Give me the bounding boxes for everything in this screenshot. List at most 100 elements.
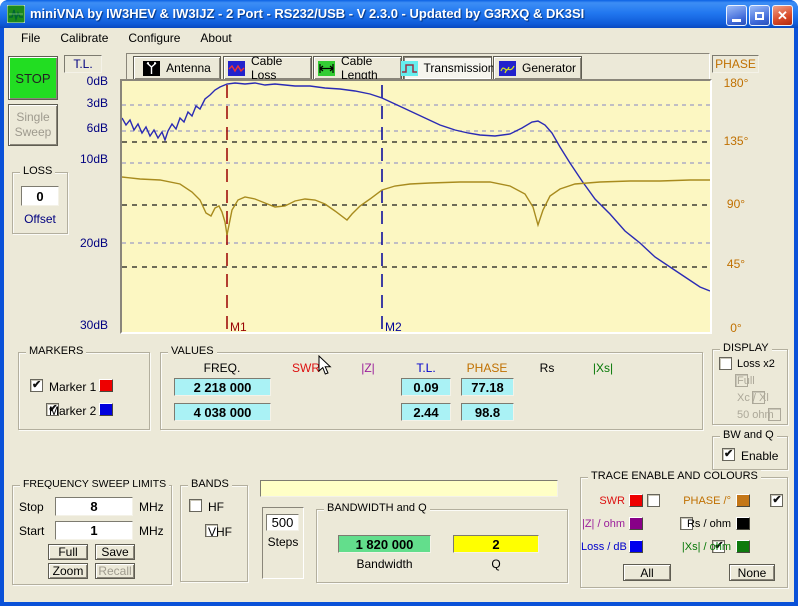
marker1-color-swatch[interactable] xyxy=(99,379,113,392)
loss-x2-label: Loss x2 xyxy=(737,358,775,370)
menu-about[interactable]: About xyxy=(192,29,239,47)
tl-tick-20db: 20dB xyxy=(62,236,108,250)
tl-tick-6db: 6dB xyxy=(62,121,108,135)
phase-tick-45: 45° xyxy=(714,257,758,271)
title-bar: miniVNA by IW3HEV & IW3IJZ - 2 Port - RS… xyxy=(0,0,798,28)
menu-file[interactable]: File xyxy=(13,29,48,47)
close-button[interactable]: ✕ xyxy=(772,5,793,26)
freq-value-m1: 2 218 000 xyxy=(174,378,271,396)
marker1-label: Marker 1 xyxy=(49,380,96,394)
display-group: DISPLAY ✔ Loss x2 Full Xc / Xl 50 ohm xyxy=(712,349,788,425)
trace-all-button[interactable]: All xyxy=(623,564,671,581)
app-icon xyxy=(7,5,25,23)
q-label: Q xyxy=(453,557,539,571)
trace-none-button[interactable]: None xyxy=(729,564,775,581)
trace-z-swatch[interactable] xyxy=(629,517,643,530)
svg-text:M1: M1 xyxy=(230,320,247,332)
bw-and-q-group: BW and Q ✔ Enable xyxy=(712,436,788,470)
full-label: Full xyxy=(737,375,755,387)
close-icon: ✕ xyxy=(777,9,788,22)
transmission-icon xyxy=(401,61,418,76)
trace-xs-swatch[interactable] xyxy=(736,540,750,553)
trace-phase-label: PHASE /° xyxy=(673,495,731,507)
markers-group: MARKERS ✔ Marker 1 ✔ Marker 2 xyxy=(18,352,150,430)
bandwidth-value: 1 820 000 xyxy=(338,535,431,553)
trace-rs-label: Rs / ohm xyxy=(673,518,731,530)
stop-unit-label: MHz xyxy=(139,500,164,514)
phase-trace xyxy=(122,83,710,291)
loss-x2-checkbox[interactable]: ✔ xyxy=(719,357,732,370)
menu-bar: File Calibrate Configure About xyxy=(4,28,794,48)
frequency-sweep-caption: FREQUENCY SWEEP LIMITS xyxy=(20,478,169,490)
phase-tick-0: 0° xyxy=(714,321,758,335)
start-label: Start xyxy=(19,524,44,538)
save-button[interactable]: Save xyxy=(95,544,135,560)
antenna-button[interactable]: Antenna xyxy=(133,56,221,80)
steps-input[interactable] xyxy=(266,514,299,531)
marker2-color-swatch[interactable] xyxy=(99,403,113,416)
fifty-ohm-label: 50 ohm xyxy=(737,409,774,421)
cable-length-icon xyxy=(318,61,335,76)
loss-offset-input[interactable] xyxy=(21,186,59,206)
cable-loss-button[interactable]: Cable Loss xyxy=(223,56,312,80)
stop-frequency-input[interactable] xyxy=(55,497,133,516)
minimize-button[interactable] xyxy=(726,5,747,26)
bw-enable-checkbox[interactable]: ✔ xyxy=(722,448,735,461)
start-unit-label: MHz xyxy=(139,524,164,538)
menu-calibrate[interactable]: Calibrate xyxy=(52,29,116,47)
bandwidth-group: BANDWIDTH and Q 1 820 000 Bandwidth 2 Q xyxy=(316,509,568,583)
start-frequency-input[interactable] xyxy=(55,521,133,540)
maximize-icon xyxy=(755,12,764,20)
trace-phase-checkbox[interactable]: ✔ xyxy=(770,494,783,507)
single-sweep-button[interactable]: Single Sweep xyxy=(8,104,58,146)
tl-tick-10db: 10dB xyxy=(62,152,108,166)
stop-button[interactable]: STOP xyxy=(8,56,58,100)
recall-button[interactable]: Recall xyxy=(95,563,135,579)
app-window: miniVNA by IW3HEV & IW3IJZ - 2 Port - RS… xyxy=(0,0,798,606)
loss-trace xyxy=(122,177,710,235)
bw-enable-label: Enable xyxy=(741,449,778,463)
header-rs: Rs xyxy=(535,361,559,375)
marker2-label: Marker 2 xyxy=(49,404,96,418)
header-tl: T.L. xyxy=(411,361,441,375)
chart-svg: M1M2 xyxy=(122,81,710,332)
bw-and-q-caption: BW and Q xyxy=(720,429,777,441)
generator-icon xyxy=(499,61,516,76)
transmission-button[interactable]: Transmission xyxy=(403,56,492,80)
tl-value-m1: 0.09 xyxy=(401,378,451,396)
marker1-checkbox[interactable]: ✔ xyxy=(30,379,43,392)
menu-configure[interactable]: Configure xyxy=(120,29,188,47)
hf-label: HF xyxy=(208,500,224,514)
bandwidth-label: Bandwidth xyxy=(338,557,431,571)
tl-axis-title: T.L. xyxy=(64,55,102,73)
phase-axis-title: PHASE xyxy=(712,55,759,73)
trace-loss-swatch[interactable] xyxy=(629,540,643,553)
cable-length-button[interactable]: Cable Length xyxy=(313,56,402,80)
maximize-button[interactable] xyxy=(749,5,770,26)
phase-tick-135: 135° xyxy=(714,134,758,148)
hf-checkbox[interactable] xyxy=(189,499,202,512)
trace-z-label: |Z| / ohm xyxy=(581,518,625,530)
chart-plot[interactable]: M1M2 xyxy=(120,79,712,334)
zoom-button[interactable]: Zoom xyxy=(48,563,88,579)
trace-swr-swatch[interactable] xyxy=(629,494,643,507)
tl-tick-3db: 3dB xyxy=(62,96,108,110)
tl-tick-30db: 30dB xyxy=(62,318,108,332)
trace-xs-label: |Xs| / ohm xyxy=(673,541,731,553)
display-group-caption: DISPLAY xyxy=(720,342,772,354)
antenna-icon xyxy=(143,61,160,76)
frequency-sweep-group: FREQUENCY SWEEP LIMITS Stop MHz Start MH… xyxy=(12,485,172,585)
vhf-label: VHF xyxy=(208,525,232,539)
tl-tick-0db: 0dB xyxy=(62,74,108,88)
message-bar[interactable] xyxy=(260,480,558,497)
loss-offset-label: Offset xyxy=(13,212,67,226)
trace-swr-label: SWR xyxy=(581,495,625,507)
full-span-button[interactable]: Full xyxy=(48,544,88,560)
trace-phase-swatch[interactable] xyxy=(736,494,750,507)
freq-value-m2: 4 038 000 xyxy=(174,403,271,421)
phase-value-m2: 98.8 xyxy=(461,403,514,421)
trace-swr-checkbox[interactable] xyxy=(647,494,660,507)
generator-button[interactable]: Generator xyxy=(493,56,582,80)
trace-rs-swatch[interactable] xyxy=(736,517,750,530)
mouse-cursor xyxy=(318,355,332,379)
